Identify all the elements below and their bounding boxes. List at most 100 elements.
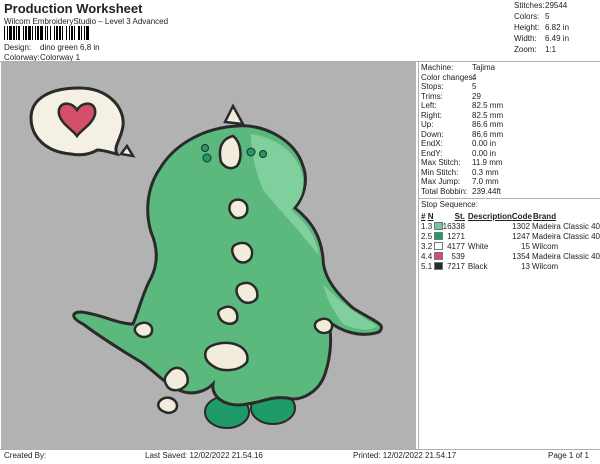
cell-description <box>465 221 512 231</box>
last-saved: Last Saved: 12/02/2022 21.54.16 <box>145 451 263 460</box>
machine-info-label: Machine: <box>421 63 454 72</box>
machine-info-label: Stops: <box>421 82 444 91</box>
page-title: Production Worksheet <box>4 1 143 16</box>
color-swatch-cell <box>433 241 443 251</box>
machine-info-row: Left: 82.5 mm <box>421 101 600 111</box>
cell-brand: Madeira Classic 40 <box>531 221 600 231</box>
machine-info-row: EndY: 0.00 in <box>421 149 600 159</box>
machine-info-row: Down: 86.6 mm <box>421 130 600 140</box>
color-swatch-cell <box>433 221 443 231</box>
machine-info-value: 86.6 mm <box>472 120 504 129</box>
cell-num: 1. <box>421 221 428 231</box>
color-swatch <box>433 232 443 241</box>
machine-info: Machine: Tajima Color changes: 4 Stops: 5 Trim… <box>421 63 600 196</box>
color-swatch <box>433 252 443 261</box>
table-row: 1. 3 16338 1302 Madeira Classic 40 <box>421 221 600 231</box>
machine-info-label: Min Stitch: <box>421 167 459 177</box>
table-row: 3. 2 4177 White 15 Wilcom <box>421 241 600 251</box>
machine-info-value: 0.00 in <box>472 148 497 158</box>
machine-info-label: Down: <box>421 129 444 139</box>
machine-info-row: Stops: 5 <box>421 82 600 92</box>
barcode <box>4 26 156 40</box>
cell-stitches: 7217 <box>447 261 465 271</box>
cell-code: 15 <box>521 241 530 251</box>
color-swatch-cell <box>433 251 443 261</box>
machine-info-value: 5 <box>472 82 477 91</box>
machine-info-value: 11.9 mm <box>472 158 503 167</box>
dino-eye-right-2 <box>259 150 267 158</box>
footer-divider <box>0 449 600 450</box>
cell-code: 1302 <box>512 221 530 231</box>
cell-description: Black <box>467 261 488 271</box>
printed-date: Printed: 12/02/2022 21.54.17 <box>353 451 457 460</box>
dino-embroidery-image <box>29 86 383 429</box>
cell-stitches: 1271 <box>447 231 465 241</box>
cell-num: 3. <box>421 241 428 251</box>
stop-sequence-table: # N St. Description Code Brand 1. 3 16338 1… <box>421 211 600 271</box>
color-swatch <box>433 222 443 231</box>
machine-info-label: Total Bobbin: <box>421 186 468 196</box>
panel-divider <box>418 61 419 450</box>
stat-row: Zoom: 1:1 <box>514 45 557 54</box>
stat-row: Width: 6.49 in <box>514 34 570 43</box>
machine-info-row: Up: 86.6 mm <box>421 120 600 130</box>
design-preview <box>1 62 416 449</box>
cell-num: 2. <box>421 231 428 241</box>
machine-info-row: Min Stitch: 0.3 mm <box>421 168 600 178</box>
dino-top-horn <box>223 103 246 126</box>
cell-stitches: 4177 <box>447 241 465 251</box>
design-stats: Stitches: 29544 Colors: 5 Height: 6.82 in W… <box>514 1 600 56</box>
cell-num: 4. <box>421 251 428 261</box>
machine-info-value: 7.0 mm <box>472 177 499 186</box>
stat-row: Stitches: 29544 <box>514 1 568 10</box>
barcode-bar <box>89 26 90 40</box>
machine-info-label: Color changes: <box>421 72 475 82</box>
info-divider <box>419 198 600 199</box>
machine-info-label: Right: <box>421 110 442 120</box>
dino-eye-right <box>246 147 256 157</box>
stop-sequence: Stop Sequence: # N St. Description Code … <box>421 200 600 271</box>
machine-info-row: Machine: Tajima <box>421 63 600 73</box>
machine-info-row: Max Jump: 7.0 mm <box>421 177 600 187</box>
machine-info-row: Total Bobbin: 239.44ft <box>421 187 600 197</box>
machine-info-label: Trims: <box>421 91 443 101</box>
machine-info-label: Left: <box>421 101 437 110</box>
dino-eye-left-2 <box>201 144 209 152</box>
machine-info-row: Trims: 29 <box>421 92 600 102</box>
machine-info-label: Max Jump: <box>421 177 461 186</box>
machine-info-value: 82.5 mm <box>472 110 504 120</box>
stat-row: Colors: 5 <box>514 12 550 21</box>
stop-sequence-title: Stop Sequence: <box>421 200 478 209</box>
machine-info-value: 0.3 mm <box>472 167 499 177</box>
cell-brand: Madeira Classic 40 <box>531 231 600 241</box>
cell-code: 1354 <box>512 251 530 261</box>
machine-info-row: Right: 82.5 mm <box>421 111 600 121</box>
cell-code: 1247 <box>512 231 530 241</box>
cell-code: 13 <box>521 261 530 271</box>
dino-face-horn <box>218 134 242 170</box>
color-swatch-cell <box>433 231 443 241</box>
machine-info-row: EndX: 0.00 in <box>421 139 600 149</box>
machine-info-label: EndY: <box>421 148 443 158</box>
color-swatch <box>433 242 443 251</box>
machine-info-row: Max Stitch: 11.9 mm <box>421 158 600 168</box>
cell-stitches: 16338 <box>442 221 465 231</box>
table-row: 5. 1 7217 Black 13 Wilcom <box>421 261 600 271</box>
machine-info-label: EndX: <box>421 139 443 148</box>
cell-num: 5. <box>421 261 428 271</box>
created-by: Created By: <box>4 451 47 460</box>
page-number: Page 1 of 1 <box>548 451 589 460</box>
table-header-row: # N St. Description Code Brand <box>421 211 557 221</box>
cell-stitches: 539 <box>451 251 465 261</box>
cell-brand: Wilcom <box>531 241 559 251</box>
stat-row: Height: 6.82 in <box>514 23 570 32</box>
machine-info-value: 82.5 mm <box>472 101 504 110</box>
cell-description: White <box>467 241 489 251</box>
software-name: Wilcom EmbroideryStudio – Level 3 Advanc… <box>4 17 169 26</box>
machine-info-label: Up: <box>421 120 434 129</box>
cell-description <box>465 231 512 241</box>
machine-info-value: 29 <box>472 91 481 101</box>
cell-brand: Wilcom <box>531 261 559 271</box>
dino-eye-left <box>202 153 212 163</box>
color-swatch <box>433 262 443 271</box>
